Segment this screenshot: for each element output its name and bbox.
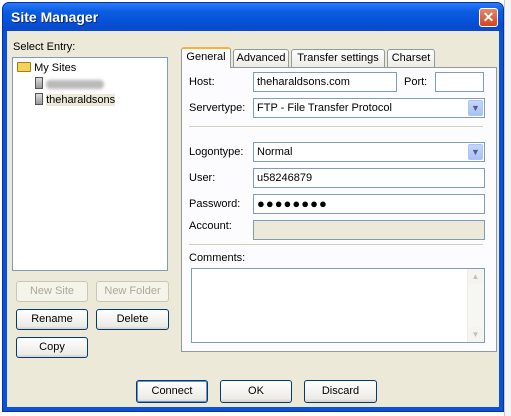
close-icon: ✕ bbox=[482, 9, 495, 25]
logontype-value: Normal bbox=[257, 146, 293, 158]
triangle-down-icon[interactable]: ▼ bbox=[468, 327, 483, 342]
comments-label: Comments: bbox=[189, 252, 246, 264]
port-label: Port: bbox=[404, 76, 428, 88]
new-site-button[interactable]: New Site bbox=[16, 281, 88, 302]
triangle-up-icon[interactable]: ▲ bbox=[468, 269, 483, 284]
copy-button[interactable]: Copy bbox=[16, 337, 88, 358]
general-panel: Host: theharaldsons.com Port: Servertype… bbox=[181, 67, 497, 352]
chevron-down-icon[interactable]: ▼ bbox=[468, 144, 483, 160]
chevron-down-icon[interactable]: ▼ bbox=[468, 100, 483, 116]
separator bbox=[189, 244, 483, 246]
tab-general[interactable]: General bbox=[181, 47, 231, 68]
password-label: Password: bbox=[189, 198, 241, 210]
tab-transfer-settings[interactable]: Transfer settings bbox=[291, 49, 385, 67]
tree-item-blurred-site[interactable] bbox=[35, 77, 105, 90]
site-manager-dialog: Site Manager ✕ Select Entry: My Sites th… bbox=[2, 2, 504, 412]
logontype-label: Logontype: bbox=[189, 146, 244, 158]
close-button[interactable]: ✕ bbox=[479, 8, 498, 27]
title-bar[interactable]: Site Manager ✕ bbox=[3, 3, 503, 31]
user-label: User: bbox=[189, 172, 216, 184]
tree-item-label: My Sites bbox=[34, 62, 77, 74]
site-tree[interactable]: My Sites theharaldsons bbox=[12, 57, 168, 271]
tree-item-my-sites[interactable]: My Sites bbox=[17, 62, 76, 74]
logontype-select[interactable]: Normal ▼ bbox=[253, 142, 485, 162]
port-input[interactable] bbox=[435, 72, 484, 92]
comments-textarea[interactable]: ▲ ▼ bbox=[191, 268, 485, 343]
password-input[interactable]: ●●●●●●●● bbox=[253, 194, 485, 214]
host-input[interactable]: theharaldsons.com bbox=[253, 72, 397, 92]
account-input bbox=[253, 220, 485, 240]
server-icon bbox=[35, 77, 43, 90]
dialog-title: Site Manager bbox=[11, 9, 99, 25]
background-window-edge bbox=[504, 0, 511, 416]
discard-button[interactable]: Discard bbox=[304, 380, 377, 403]
dialog-client-area: Select Entry: My Sites theharaldsons New… bbox=[7, 31, 499, 407]
delete-button[interactable]: Delete bbox=[96, 309, 169, 330]
account-label: Account: bbox=[189, 220, 232, 232]
tab-advanced[interactable]: Advanced bbox=[233, 49, 289, 67]
redacted-site-name bbox=[46, 79, 105, 89]
new-folder-button[interactable]: New Folder bbox=[96, 281, 169, 302]
tab-charset[interactable]: Charset bbox=[387, 49, 435, 67]
tree-item-label: theharaldsons bbox=[46, 94, 116, 106]
folder-icon bbox=[17, 62, 31, 73]
ok-button[interactable]: OK bbox=[220, 380, 292, 403]
tree-item-theharaldsons[interactable]: theharaldsons bbox=[35, 93, 116, 106]
servertype-select[interactable]: FTP - File Transfer Protocol ▼ bbox=[253, 98, 485, 118]
rename-button[interactable]: Rename bbox=[16, 309, 88, 330]
separator bbox=[189, 126, 483, 128]
servertype-label: Servertype: bbox=[189, 102, 246, 114]
server-icon bbox=[35, 93, 43, 106]
servertype-value: FTP - File Transfer Protocol bbox=[257, 102, 392, 114]
comments-scrollbar[interactable]: ▲ ▼ bbox=[467, 269, 484, 342]
connect-button[interactable]: Connect bbox=[136, 380, 208, 403]
host-label: Host: bbox=[189, 76, 215, 88]
select-entry-label: Select Entry: bbox=[13, 41, 76, 53]
user-input[interactable]: u58246879 bbox=[253, 168, 485, 188]
